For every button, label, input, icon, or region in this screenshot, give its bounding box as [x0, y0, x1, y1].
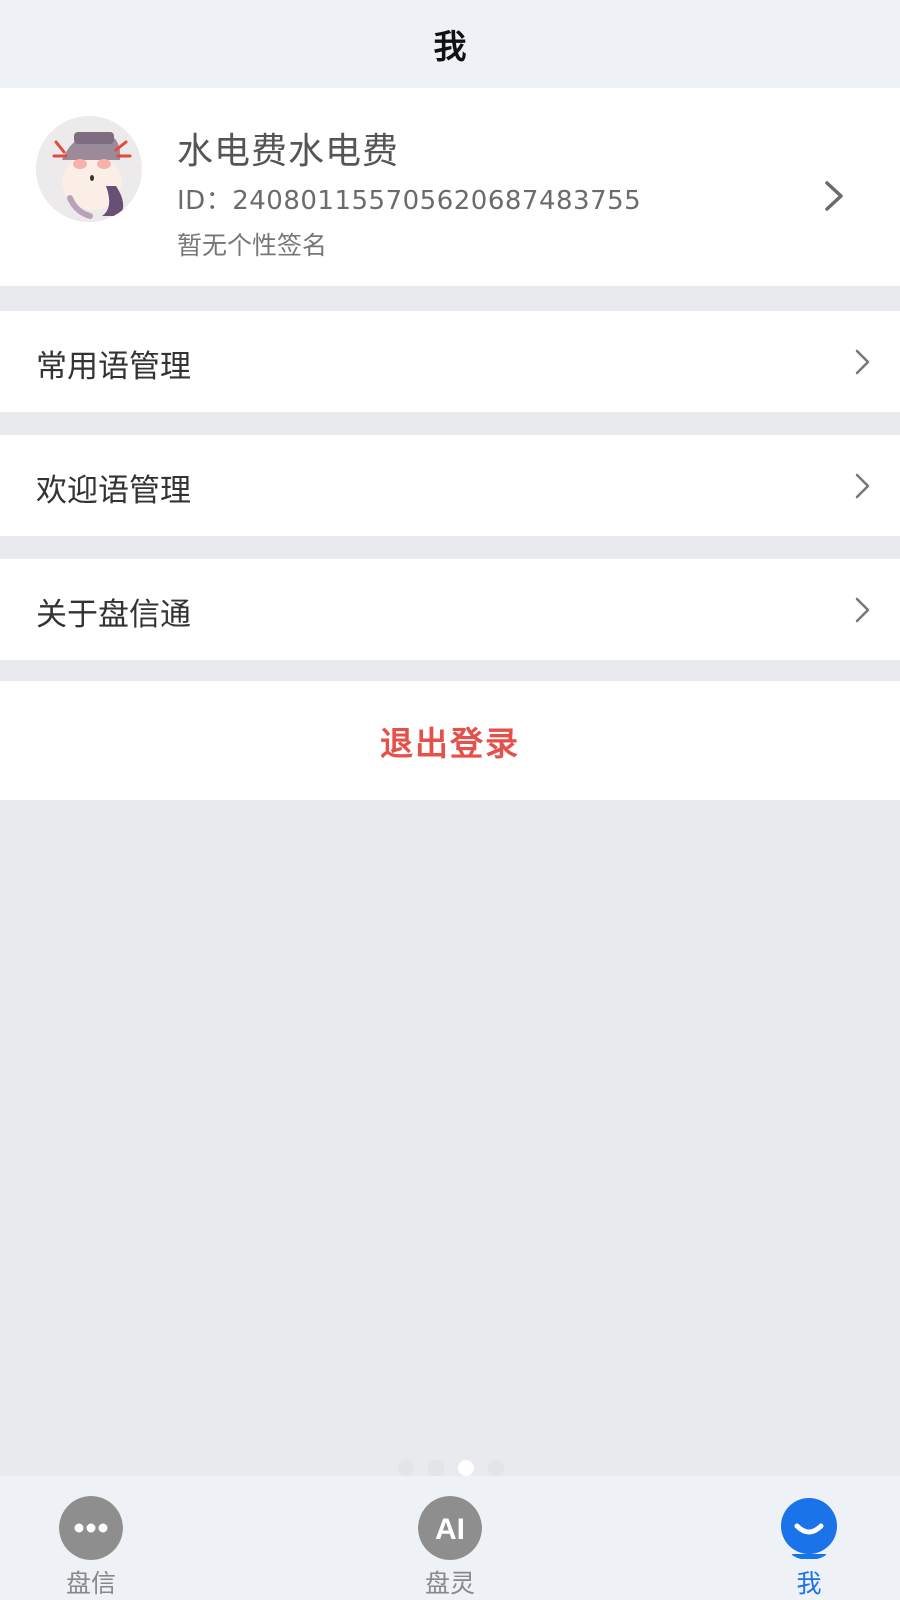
chevron-right-icon	[855, 597, 870, 623]
tab-label: 盘信	[65, 1569, 116, 1598]
logout-button[interactable]: 退出登录	[0, 681, 900, 800]
page-dot[interactable]	[428, 1460, 444, 1476]
profile-card[interactable]: 水电费水电费 ID：24080115570562068748​3755 暂无个性…	[0, 88, 900, 286]
page-title: 我	[433, 27, 467, 66]
tab-label: 我	[796, 1569, 822, 1598]
menu-item-about[interactable]: 关于盘信通	[0, 559, 900, 660]
ai-icon-text: AI	[435, 1513, 465, 1546]
bottom-tab-bar: 盘信 AI 盘灵 我	[0, 1476, 900, 1600]
tab-panling[interactable]: AI 盘灵	[390, 1476, 510, 1600]
chevron-right-icon	[855, 349, 870, 375]
menu-item-phrases[interactable]: 常用语管理	[0, 311, 900, 412]
tab-label: 盘灵	[424, 1569, 475, 1598]
chevron-right-icon	[855, 473, 870, 499]
chat-bubble-icon	[59, 1496, 123, 1560]
top-header: 我	[0, 0, 900, 88]
smile-profile-icon	[781, 1498, 837, 1559]
profile-screen: 我 水电费水电费 ID：24080115570562068748​3755 暂无…	[0, 0, 900, 1600]
page-dot-active[interactable]	[458, 1460, 474, 1476]
page-dot[interactable]	[398, 1460, 414, 1476]
avatar[interactable]	[36, 116, 142, 222]
chevron-right-icon	[825, 181, 843, 211]
ai-icon: AI	[418, 1496, 482, 1560]
profile-id: ID：24080115570562068748​3755	[177, 186, 642, 216]
tab-me[interactable]: 我	[749, 1476, 869, 1600]
logout-label: 退出登录	[380, 723, 520, 763]
profile-name: 水电费水电费	[177, 131, 400, 172]
menu-item-welcome[interactable]: 欢迎语管理	[0, 435, 900, 536]
avatar-cartoon-icon	[36, 116, 142, 222]
menu-item-label: 常用语管理	[36, 349, 191, 385]
tab-panxin[interactable]: 盘信	[31, 1476, 151, 1600]
profile-signature: 暂无个性签名	[177, 231, 328, 260]
page-dot[interactable]	[488, 1460, 504, 1476]
menu-item-label: 关于盘信通	[36, 597, 191, 633]
menu-item-label: 欢迎语管理	[36, 473, 191, 509]
